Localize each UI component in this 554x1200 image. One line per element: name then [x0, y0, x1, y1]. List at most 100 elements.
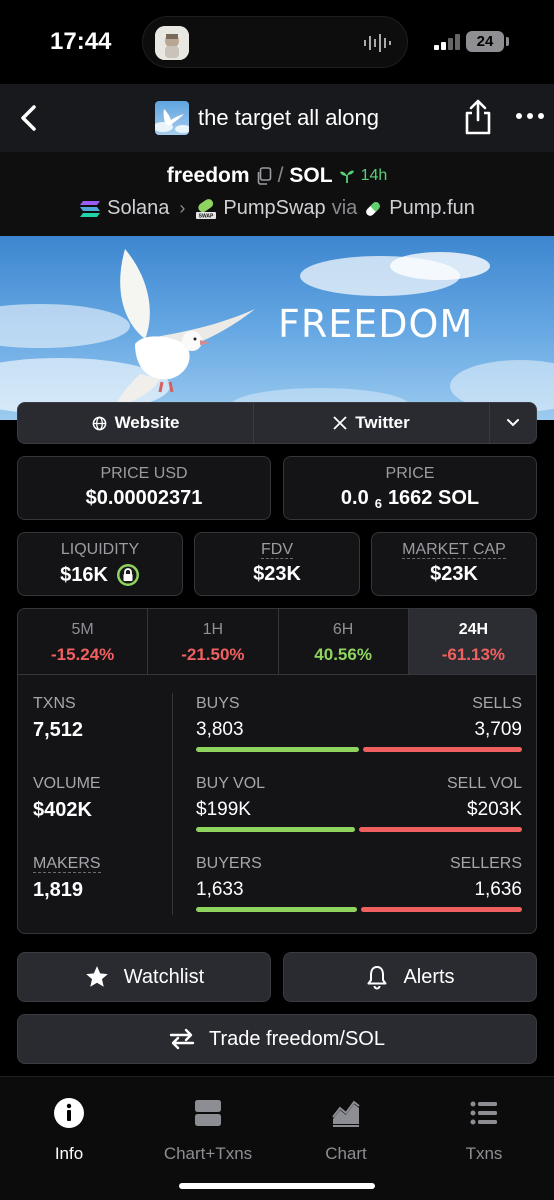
lock-icon[interactable]: [116, 563, 140, 587]
chevron-down-icon: [507, 419, 519, 427]
tab-chart[interactable]: Chart: [291, 1097, 401, 1164]
buy-vol-label: BUY VOL: [196, 775, 266, 792]
market-cap-value: $23K: [430, 563, 478, 585]
alerts-button[interactable]: Alerts: [283, 952, 537, 1002]
makers-metric: MAKERS 1,819: [33, 855, 101, 902]
website-link-label: Website: [114, 413, 180, 432]
area-chart-icon: [332, 1100, 360, 1127]
tab-label: 24H: [458, 621, 489, 638]
buy-bar: [196, 827, 356, 832]
price-native-card: PRICE 0.0 6 1662 SOL: [283, 456, 537, 520]
trade-button[interactable]: Trade freedom/SOL: [17, 1014, 537, 1064]
tab-info[interactable]: Info: [14, 1097, 124, 1164]
home-indicator[interactable]: [179, 1183, 375, 1189]
split-icon: [195, 1100, 221, 1126]
makers-label[interactable]: MAKERS: [33, 855, 101, 873]
chevron-right-icon: ›: [179, 198, 186, 218]
pill-icon: [366, 201, 381, 216]
social-links: Website Twitter: [17, 402, 537, 444]
bell-icon: [367, 966, 387, 990]
tab-24h[interactable]: 24H -61.13%: [408, 609, 536, 674]
seedling-icon: [339, 170, 354, 183]
cellular-signal-icon: [434, 34, 460, 50]
dove-image: [117, 249, 255, 405]
buy-bar: [196, 747, 359, 752]
buys-label: BUYS: [196, 695, 240, 712]
price-native-prefix: 0.0: [340, 487, 369, 509]
twitter-link[interactable]: Twitter: [254, 403, 490, 443]
globe-icon: [92, 416, 106, 430]
price-usd-value: $0.00002371: [85, 487, 203, 509]
status-bar: 17:44 24: [0, 0, 554, 84]
pair-age: 14h: [360, 167, 388, 184]
svg-text:SWAP: SWAP: [199, 213, 214, 219]
sellers-value: 1,636: [474, 879, 522, 900]
more-links-button[interactable]: [490, 403, 536, 443]
market-cap-label[interactable]: MARKET CAP: [402, 541, 506, 559]
bottom-tab-bar: Info Chart+Txns Chart Txns: [0, 1076, 554, 1200]
tab-chart-txns[interactable]: Chart+Txns: [153, 1097, 263, 1164]
txns-label: TXNS: [33, 695, 76, 712]
battery-level: 24: [466, 31, 504, 52]
fdv-card: FDV $23K: [194, 532, 360, 596]
website-link[interactable]: Website: [18, 403, 254, 443]
volume-split-group: BUY VOL SELL VOL $199K $203K: [196, 775, 522, 832]
sell-vol-value: $203K: [467, 799, 522, 820]
copy-icon[interactable]: [256, 167, 272, 185]
sell-bar: [361, 907, 522, 912]
sell-bar: [359, 827, 522, 832]
trade-label: Trade freedom/SOL: [208, 1027, 385, 1050]
via-label: via: [331, 197, 358, 219]
tab-change: -15.24%: [50, 645, 115, 664]
share-icon[interactable]: [462, 98, 494, 136]
buys-sells-group: BUYS SELLS 3,803 3,709: [196, 695, 522, 752]
tab-6h[interactable]: 6H 40.56%: [279, 609, 409, 674]
base-token-symbol: freedom: [166, 164, 250, 187]
tab-label: 6H: [332, 621, 354, 638]
pair-separator: /: [277, 164, 284, 187]
pair-info: freedom / SOL 14h Solana › SWAP PumpSwap…: [0, 152, 554, 236]
volume-split-bar: [196, 827, 522, 832]
volume-metric: VOLUME $402K: [33, 775, 101, 822]
volume-label: VOLUME: [33, 775, 101, 792]
watchlist-label: Watchlist: [123, 965, 205, 988]
tab-5m[interactable]: 5M -15.24%: [18, 609, 149, 674]
tab-change: 40.56%: [314, 645, 372, 664]
tab-label: 1H: [202, 621, 224, 638]
fdv-label[interactable]: FDV: [261, 541, 293, 559]
sells-label: SELLS: [472, 695, 522, 712]
buy-bar: [196, 907, 357, 912]
watchlist-button[interactable]: Watchlist: [17, 952, 271, 1002]
makers-value: 1,819: [33, 879, 84, 901]
list-icon: [470, 1101, 497, 1125]
txns-value: 7,512: [33, 719, 84, 741]
txns-metric: TXNS 7,512: [33, 695, 83, 742]
token-banner: FREEDOM: [0, 236, 554, 420]
twitter-link-label: Twitter: [355, 413, 410, 432]
price-native-digits: 1662 SOL: [387, 487, 480, 509]
banner-text: FREEDOM: [278, 302, 474, 346]
back-icon[interactable]: [14, 98, 46, 138]
battery-tip: [506, 37, 509, 46]
makers-split-bar: [196, 907, 522, 912]
tab-label: Chart: [325, 1144, 367, 1163]
price-usd-card: PRICE USD $0.00002371: [17, 456, 271, 520]
solana-logo-icon: [80, 200, 101, 217]
liquidity-value: $16K: [60, 563, 108, 586]
price-native-label: PRICE: [385, 465, 435, 482]
tab-1h[interactable]: 1H -21.50%: [148, 609, 279, 674]
sells-value: 3,709: [474, 719, 522, 740]
page-title: the target all along: [198, 105, 380, 130]
tab-change: -61.13%: [441, 645, 506, 664]
tab-txns[interactable]: Txns: [429, 1097, 539, 1164]
now-playing-avatar: [155, 26, 189, 60]
quote-token-symbol: SOL: [289, 164, 333, 187]
status-time: 17:44: [50, 28, 112, 55]
launchpad-name[interactable]: Pump.fun: [389, 197, 475, 220]
more-options-icon[interactable]: [514, 106, 546, 126]
dex-name[interactable]: PumpSwap: [223, 197, 325, 220]
token-thumbnail: [155, 101, 189, 135]
chain-name[interactable]: Solana: [107, 197, 169, 220]
sellers-label: SELLERS: [449, 855, 522, 872]
timeframe-tabs: 5M -15.24% 1H -21.50% 6H 40.56% 24H -61.…: [18, 609, 536, 675]
